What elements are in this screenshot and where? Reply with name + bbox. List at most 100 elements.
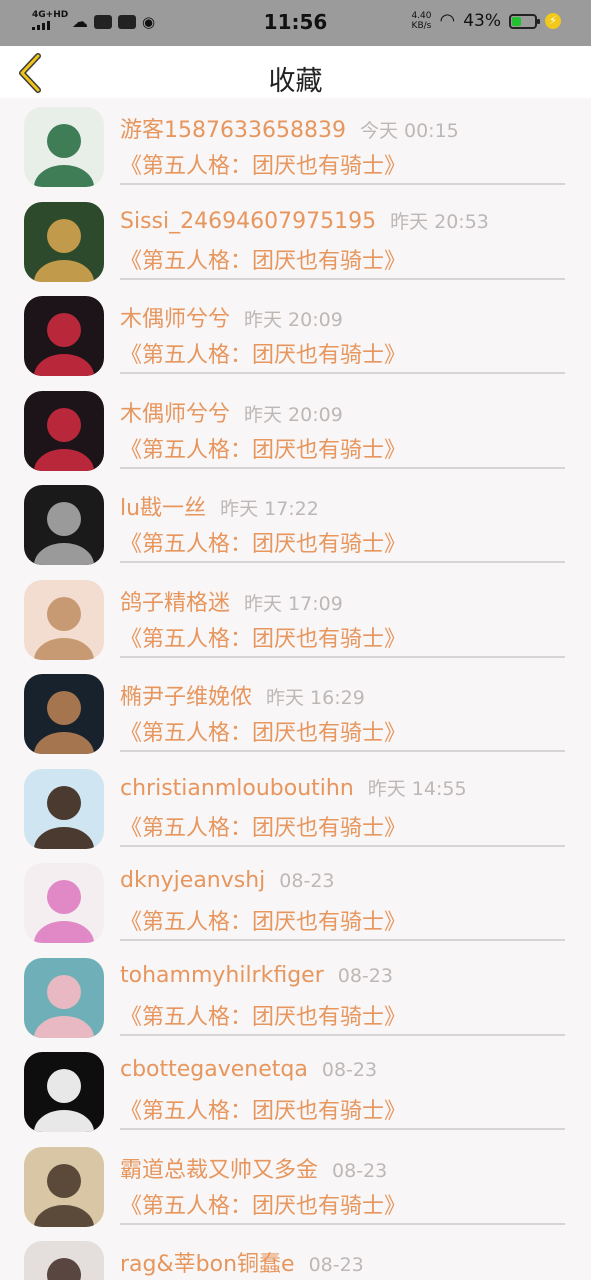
status-bar: 4G+HD ☁ ◉ 11:56 4.40 KB/s ◠ 43% ⚡ <box>0 0 591 46</box>
timestamp: 昨天 20:53 <box>390 210 489 233</box>
user-name: 鸽子精格迷 <box>120 590 231 616</box>
user-name-line: tohammyhilrkfiger 08-23 <box>120 963 393 988</box>
list-item[interactable]: tohammyhilrkfiger 08-23 《第五人格：团厌也有骑士》 <box>0 949 591 1044</box>
list-item[interactable]: Sissi_24694607975195 昨天 20:53 《第五人格：团厌也有骑士… <box>0 193 591 288</box>
timestamp: 08-23 <box>279 870 335 892</box>
list-item[interactable]: 霸道总裁又帅又多金 08-23 《第五人格：团厌也有骑士》 <box>0 1138 591 1233</box>
user-name: 椭尹子维娩侬 <box>120 685 253 710</box>
row-divider <box>120 939 565 941</box>
user-name-line: rag&莘bon铜蠢e 08-23 <box>120 1246 364 1278</box>
row-divider <box>120 372 565 374</box>
story-title[interactable]: 《第五人格：团厌也有骑士》 <box>120 243 406 275</box>
avatar[interactable] <box>24 485 104 565</box>
avatar[interactable] <box>24 1146 104 1227</box>
nav-bar: 收藏 <box>0 46 591 98</box>
row-divider <box>120 844 565 847</box>
user-name: dknyjeanvshj <box>120 868 266 893</box>
avatar[interactable] <box>24 296 104 376</box>
avatar[interactable] <box>24 390 104 471</box>
story-title[interactable]: 《第五人格：团厌也有骑士》 <box>120 1188 406 1220</box>
list-item[interactable]: rag&莘bon铜蠢e08-23《第五人格：团厌也有骑士》 <box>0 1232 591 1280</box>
timestamp: 昨天 20:09 <box>244 309 343 331</box>
user-name: 木偶师兮兮 <box>120 307 231 332</box>
list-item[interactable]: lu戡一丝 昨天 17:22 《第五人格：团厌也有骑士》 <box>0 476 591 571</box>
timestamp: 08-23 <box>337 964 393 987</box>
user-name: tohammyhilrkfiger <box>120 962 324 988</box>
user-name: 游客1587633658839 <box>120 118 346 143</box>
battery-fill <box>512 16 522 26</box>
user-name-line: dknyjeanvshj 08-23 <box>120 868 335 893</box>
story-title[interactable]: 《第五人格：团厌也有骑士》 <box>120 715 406 747</box>
avatar[interactable] <box>24 863 104 943</box>
timestamp: 08-23 <box>321 1059 378 1081</box>
wifi-icon: ◠ <box>439 10 456 31</box>
row-divider <box>120 750 565 752</box>
story-title[interactable]: 《第五人格：团厌也有骑士》 <box>120 526 406 558</box>
user-name-line: Sissi_24694607975195 昨天 20:53 <box>120 207 489 234</box>
charging-icon: ⚡ <box>545 13 561 29</box>
timestamp: 08-23 <box>332 1159 388 1182</box>
avatar[interactable] <box>24 579 104 660</box>
story-title[interactable]: 《第五人格：团厌也有骑士》 <box>120 621 406 653</box>
timestamp: 昨天 14:55 <box>367 777 467 800</box>
status-right-icons: 4.40 KB/s ◠ 43% ⚡ <box>411 11 561 31</box>
avatar[interactable] <box>24 201 104 282</box>
network-speed-unit: KB/s <box>411 21 432 31</box>
list-item[interactable]: dknyjeanvshj 08-23 《第五人格：团厌也有骑士》 <box>0 854 591 949</box>
timestamp: 昨天 16:29 <box>266 687 365 709</box>
user-name-line: 鸽子精格迷 昨天 17:09 <box>120 585 343 617</box>
row-divider <box>120 1033 565 1036</box>
user-name-line: cbottegavenetqa 08-23 <box>120 1057 377 1082</box>
list-item[interactable]: cbottegavenetqa 08-23 《第五人格：团厌也有骑士》 <box>0 1043 591 1138</box>
row-divider <box>120 1128 565 1130</box>
list-item[interactable]: 椭尹子维娩侬 昨天 16:29 《第五人格：团厌也有骑士》 <box>0 665 591 760</box>
user-name-line: 木偶师兮兮 昨天 20:09 <box>120 301 343 333</box>
list-item[interactable]: 游客1587633658839 今天 00:15 《第五人格：团厌也有骑士》 <box>0 98 591 193</box>
row-divider <box>120 183 565 185</box>
list-item[interactable]: 木偶师兮兮 昨天 20:09 《第五人格：团厌也有骑士》 <box>0 287 591 382</box>
timestamp: 昨天 17:09 <box>244 592 343 615</box>
user-name-line: lu戡一丝 昨天 17:22 <box>120 490 319 522</box>
user-name-line: 霸道总裁又帅又多金 08-23 <box>120 1152 387 1184</box>
row-divider <box>120 561 565 563</box>
battery-icon <box>509 13 540 29</box>
user-name: cbottegavenetqa <box>120 1057 308 1082</box>
user-name: 木偶师兮兮 <box>120 401 231 427</box>
avatar[interactable] <box>24 674 104 754</box>
story-title[interactable]: 《第五人格：团厌也有骑士》 <box>120 999 406 1031</box>
row-divider <box>120 1222 565 1225</box>
story-title[interactable]: 《第五人格：团厌也有骑士》 <box>120 1093 406 1125</box>
list-item[interactable]: 木偶师兮兮 昨天 20:09 《第五人格：团厌也有骑士》 <box>0 382 591 477</box>
timestamp: 今天 00:15 <box>359 120 459 142</box>
network-speed-value: 4.40 <box>411 11 432 21</box>
user-name-line: 椭尹子维娩侬 昨天 16:29 <box>120 679 365 711</box>
avatar[interactable] <box>24 768 104 849</box>
user-name: lu戡一丝 <box>120 496 207 521</box>
row-divider <box>120 466 565 469</box>
timestamp: 昨天 20:09 <box>244 403 343 426</box>
favorites-list[interactable]: 游客1587633658839 今天 00:15 《第五人格：团厌也有骑士》 Siss… <box>0 98 591 1280</box>
network-speed: 4.40 KB/s <box>411 11 431 31</box>
user-name-line: christianmlouboutihn 昨天 14:55 <box>120 774 467 801</box>
story-title[interactable]: 《第五人格：团厌也有骑士》 <box>120 148 406 180</box>
list-item[interactable]: 鸽子精格迷 昨天 17:09 《第五人格：团厌也有骑士》 <box>0 571 591 666</box>
avatar[interactable] <box>24 957 104 1038</box>
timestamp: 08-23 <box>308 1254 364 1276</box>
avatar[interactable] <box>24 107 104 187</box>
page-title: 收藏 <box>268 66 323 97</box>
story-title[interactable]: 《第五人格：团厌也有骑士》 <box>120 432 406 464</box>
list-item[interactable]: christianmlouboutihn 昨天 14:55 《第五人格：团厌也有骑士… <box>0 760 591 855</box>
battery-percent: 43% <box>463 11 501 31</box>
avatar[interactable] <box>24 1241 104 1280</box>
story-title[interactable]: 《第五人格：团厌也有骑士》 <box>120 337 406 369</box>
story-title[interactable]: 《第五人格：团厌也有骑士》 <box>120 904 406 936</box>
user-name-line: 木偶师兮兮 昨天 20:09 <box>120 396 343 428</box>
row-divider <box>120 655 565 658</box>
user-name: 霸道总裁又帅又多金 <box>120 1157 319 1183</box>
user-name: Sissi_24694607975195 <box>120 208 377 234</box>
user-name: rag&莘bon铜蠢e <box>120 1252 295 1277</box>
story-title[interactable]: 《第五人格：团厌也有骑士》 <box>120 810 406 842</box>
user-name: christianmlouboutihn <box>120 775 354 801</box>
timestamp: 昨天 17:22 <box>220 498 319 520</box>
avatar[interactable] <box>24 1052 104 1132</box>
